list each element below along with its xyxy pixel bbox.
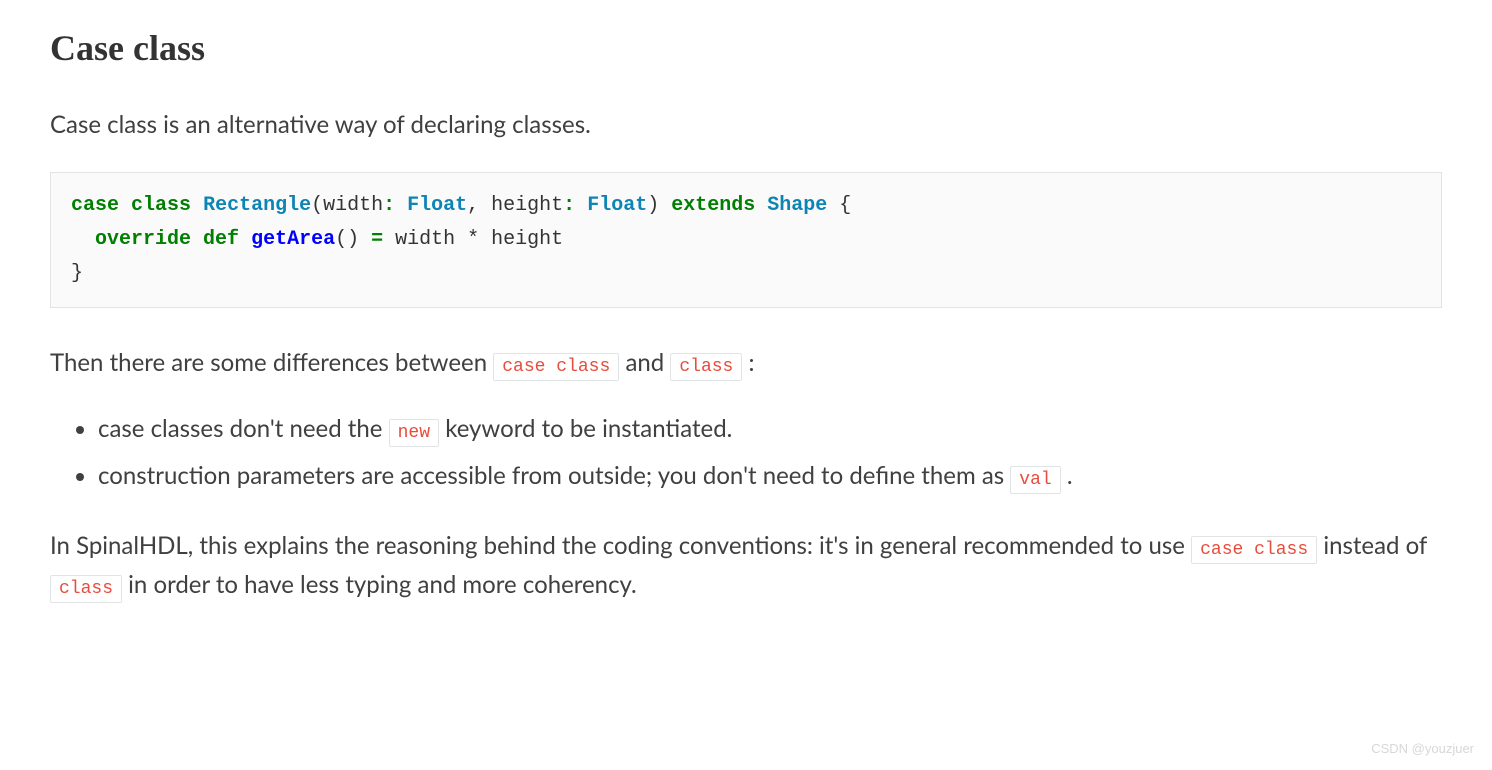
text: in order to have less typing and more co…	[128, 570, 637, 599]
inline-code-class: class	[50, 575, 122, 603]
list-item: case classes don't need the new keyword …	[98, 410, 1442, 448]
section-heading: Case class	[50, 20, 1442, 78]
differences-paragraph: Then there are some differences between …	[50, 344, 1442, 382]
text: case classes don't need the	[98, 414, 389, 443]
text: Then there are some differences between	[50, 348, 493, 377]
intro-paragraph: Case class is an alternative way of decl…	[50, 106, 1442, 144]
text: .	[1067, 461, 1073, 490]
text: In SpinalHDL, this explains the reasonin…	[50, 531, 1191, 560]
inline-code-new: new	[389, 419, 439, 447]
inline-code-class: class	[670, 353, 742, 381]
text: keyword to be instantiated.	[445, 414, 732, 443]
text: construction parameters are accessible f…	[98, 461, 1010, 490]
differences-list: case classes don't need the new keyword …	[98, 410, 1442, 495]
inline-code-case-class: case class	[1191, 536, 1317, 564]
recommendation-paragraph: In SpinalHDL, this explains the reasonin…	[50, 527, 1442, 604]
text: instead of	[1323, 531, 1427, 560]
inline-code-val: val	[1010, 466, 1060, 494]
list-item: construction parameters are accessible f…	[98, 457, 1442, 495]
text: :	[749, 348, 755, 377]
watermark: CSDN @youzjuer	[1371, 739, 1474, 760]
text: and	[625, 348, 670, 377]
code-block: case class Rectangle(width: Float, heigh…	[50, 172, 1442, 308]
inline-code-case-class: case class	[493, 353, 619, 381]
